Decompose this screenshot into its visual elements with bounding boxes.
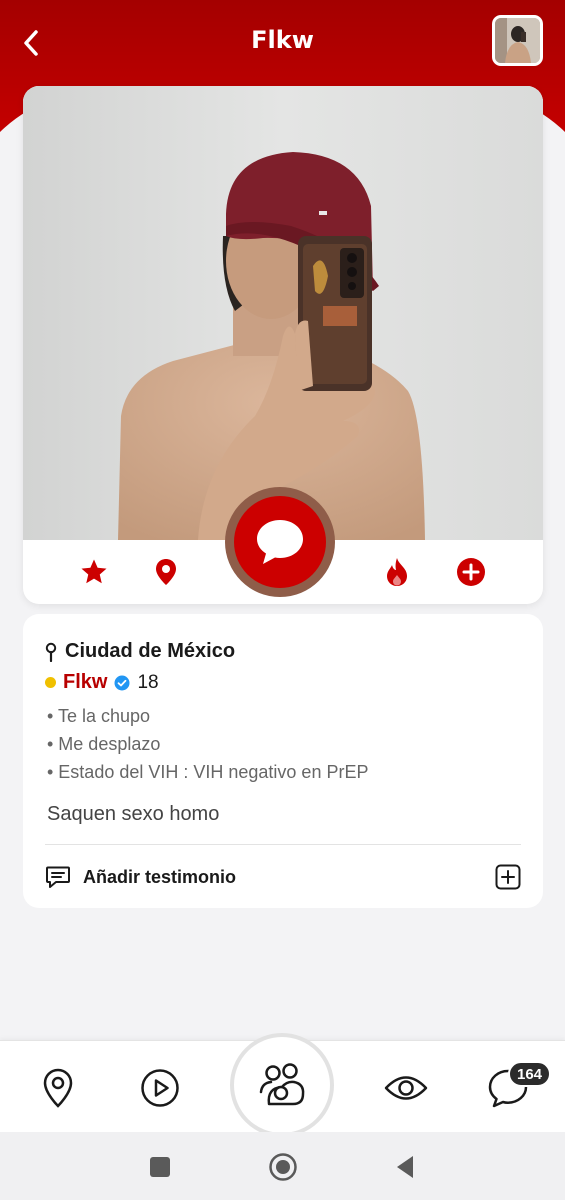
profile-name: Flkw — [63, 671, 108, 693]
list-item: • Estado del VIH : VIH negativo en PrEP — [47, 762, 369, 782]
nav-map[interactable] — [33, 1063, 83, 1113]
profile-photo[interactable] — [23, 86, 543, 540]
profile-thumbnail — [495, 18, 540, 63]
back-triangle-icon — [397, 1156, 413, 1178]
profile-info-card: Ciudad de México Flkw 18 • Te la chupo •… — [23, 614, 543, 908]
chat-button[interactable] — [234, 496, 326, 588]
page-title: Flkw — [251, 26, 314, 54]
name-row: Flkw 18 — [45, 671, 159, 694]
home-circle-icon — [269, 1153, 297, 1181]
profile-photo-illustration — [23, 86, 543, 540]
location-text: Ciudad de México — [65, 640, 236, 662]
plus-square-icon[interactable] — [495, 864, 521, 890]
recents-square-icon — [150, 1157, 170, 1177]
eye-icon — [384, 1076, 428, 1100]
favorite-button[interactable] — [78, 556, 110, 588]
plus-circle-icon — [457, 558, 485, 586]
comment-icon — [46, 866, 70, 888]
location-row: Ciudad de México — [45, 640, 235, 663]
chat-button-ring — [225, 487, 335, 597]
nav-videos[interactable] — [135, 1063, 185, 1113]
chat-bubble-icon — [257, 520, 303, 564]
play-circle-icon — [141, 1069, 179, 1107]
system-navigation-bar — [0, 1132, 565, 1200]
home-button[interactable] — [268, 1152, 298, 1182]
profile-details-list: • Te la chupo • Me desplazo • Estado del… — [47, 702, 368, 786]
list-item: • Me desplazo — [47, 734, 161, 754]
divider — [45, 844, 521, 845]
system-back-button[interactable] — [390, 1152, 420, 1182]
star-icon — [81, 559, 107, 584]
verified-badge-icon — [114, 675, 130, 690]
location-button[interactable] — [150, 556, 182, 588]
hot-button[interactable] — [381, 556, 413, 588]
flame-icon — [387, 558, 407, 586]
list-item: • Te la chupo — [47, 706, 151, 726]
add-button[interactable] — [455, 556, 487, 588]
avatar[interactable] — [492, 15, 543, 66]
profile-description: Saquen sexo homo — [47, 803, 220, 825]
location-pin-icon — [45, 642, 57, 662]
map-pin-icon — [43, 1068, 73, 1108]
users-icon — [259, 1063, 305, 1106]
add-testimonial-row[interactable]: Añadir testimonio — [45, 860, 521, 894]
profile-age: 18 — [137, 671, 159, 693]
add-testimonial-label: Añadir testimonio — [83, 866, 237, 887]
online-status-dot — [45, 677, 56, 688]
messages-badge: 164 — [508, 1061, 552, 1087]
map-pin-icon — [156, 559, 176, 585]
nav-visitors[interactable] — [381, 1063, 431, 1113]
recents-button[interactable] — [145, 1152, 175, 1182]
nav-people[interactable] — [230, 1033, 334, 1137]
